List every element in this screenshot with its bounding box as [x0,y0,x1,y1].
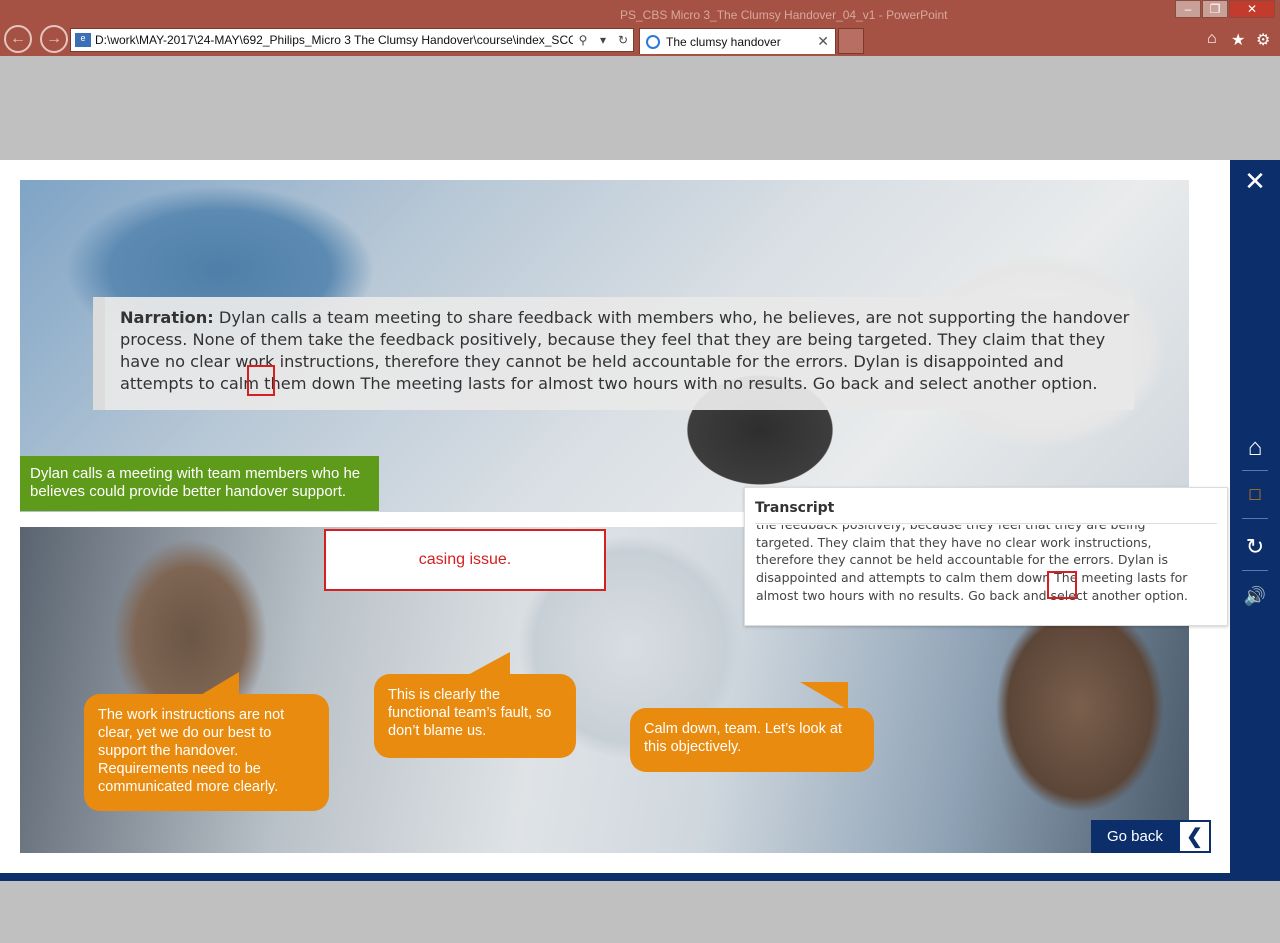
transcript-scroll-area[interactable]: the feedback positively, because they fe… [756,525,1218,625]
page-favicon-icon: e [75,33,91,47]
review-highlight-box [1047,571,1077,599]
divider [1242,518,1268,519]
review-highlight-box [247,365,275,396]
address-bar[interactable]: e D:\work\MAY-2017\24-MAY\692_Philips_Mi… [70,28,634,52]
tab-the-clumsy-handover[interactable]: The clumsy handover ✕ [639,28,836,54]
transcript-panel[interactable]: Transcript the feedback positively, beca… [744,487,1228,626]
bottom-bar [0,873,1280,881]
new-tab-button[interactable] [838,28,864,54]
window-title: PS_CBS Micro 3_The Clumsy Handover_04_v1… [620,8,948,22]
search-icon[interactable]: ⚲ [573,33,593,47]
browser-title-bar: PS_CBS Micro 3_The Clumsy Handover_04_v1… [0,0,1280,56]
divider [755,523,1217,524]
forward-icon[interactable]: → [40,25,68,53]
settings-icon[interactable]: ⚙ [1256,30,1270,50]
minimize-button[interactable]: – [1175,0,1201,18]
dropdown-icon[interactable]: ▾ [593,33,613,47]
back-icon[interactable]: ← [4,25,32,53]
go-back-label: Go back [1107,828,1163,845]
divider [1242,570,1268,571]
course-sidebar: ✕ ⌂ □ ↻ 🔊 [1230,160,1280,881]
home-icon[interactable]: ⌂ [1230,434,1280,462]
chevron-left-icon: ❮ [1180,822,1209,851]
close-tab-icon[interactable]: ✕ [817,33,829,50]
narration-label: Narration: [120,308,214,327]
replay-icon[interactable]: ↻ [1230,534,1280,560]
restore-button[interactable]: ❐ [1202,0,1228,18]
review-comment-box: casing issue. [324,529,606,591]
close-window-button[interactable]: ✕ [1229,0,1275,18]
speech-bubble-right: Calm down, team. Let’s look at this obje… [630,682,874,772]
divider [1242,470,1268,471]
favorites-icon[interactable]: ★ [1231,30,1245,50]
tab-title: The clumsy handover [666,34,781,49]
transcript-title: Transcript [755,500,835,516]
home-icon[interactable]: ⌂ [1207,30,1217,48]
transcript-icon[interactable]: □ [1230,484,1280,505]
speech-bubble-left: The work instructions are not clear, yet… [84,672,329,811]
go-back-button[interactable]: Go back ❮ [1091,820,1211,853]
review-comment-text: casing issue. [418,551,512,568]
audio-icon[interactable]: 🔊 [1230,586,1280,607]
address-url: D:\work\MAY-2017\24-MAY\692_Philips_Micr… [95,33,573,47]
scene-caption: Dylan calls a meeting with team members … [20,456,379,511]
transcript-text: the feedback positively, because they fe… [756,525,1189,603]
speech-bubble-middle: This is clearly the functional team’s fa… [374,652,576,758]
refresh-icon[interactable]: ↻ [613,33,633,47]
ie-icon [646,34,660,49]
close-icon[interactable]: ✕ [1230,166,1280,197]
